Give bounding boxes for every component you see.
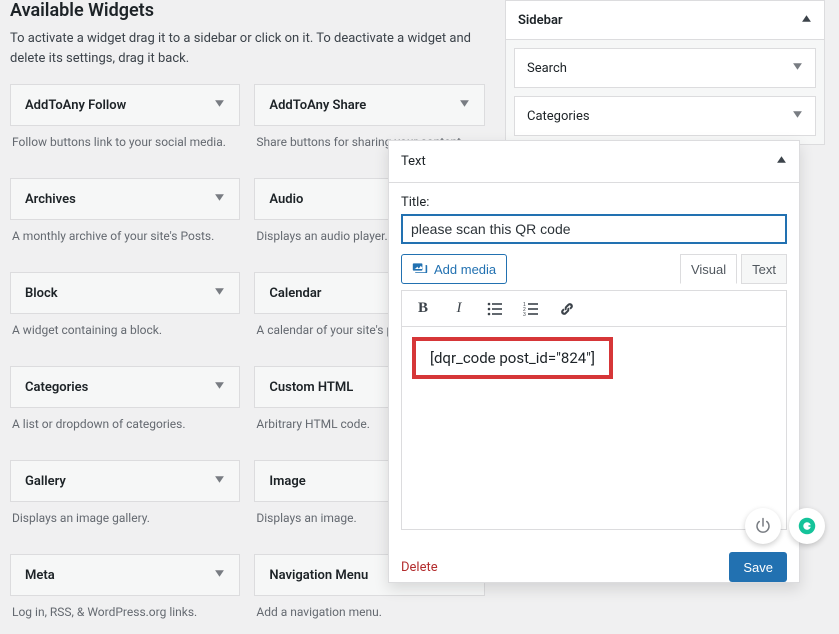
add-media-button[interactable]: Add media <box>401 254 507 284</box>
svg-text:3: 3 <box>523 312 526 317</box>
editor-header-title: Text <box>401 154 426 169</box>
link-button[interactable] <box>556 298 578 320</box>
widget-tile-description: A widget containing a block. <box>12 322 238 352</box>
widget-tile-label: Audio <box>269 192 303 207</box>
widget-tile-label: Gallery <box>25 474 66 489</box>
chevron-down-icon <box>214 98 225 113</box>
text-widget-editor-panel: Text Title: Add media Visual Text B I <box>388 140 800 583</box>
sidebar-area-header[interactable]: Sidebar <box>505 0 825 40</box>
widget-tile-label: Image <box>269 474 305 489</box>
caret-up-icon <box>801 13 812 28</box>
widget-tile-description: Follow buttons link to your social media… <box>12 134 238 164</box>
caret-up-icon <box>776 154 787 169</box>
editor-toolbar: B I 123 <box>401 290 787 326</box>
widget-tile-description: A monthly archive of your site's Posts. <box>12 228 238 258</box>
widget-tile-description: Displays an image gallery. <box>12 510 238 540</box>
delete-link[interactable]: Delete <box>401 560 438 575</box>
widget-tile-label: Calendar <box>269 286 321 301</box>
available-widget-tile[interactable]: Archives <box>10 178 240 220</box>
widget-tile-label: Custom HTML <box>269 380 353 395</box>
available-widgets-description: To activate a widget drag it to a sideba… <box>10 29 490 68</box>
bullet-list-button[interactable] <box>484 298 506 320</box>
widget-tile-description: A list or dropdown of categories. <box>12 416 238 446</box>
widget-tile-label: AddToAny Share <box>269 98 366 113</box>
sidebar-widget-item[interactable]: Categories <box>514 96 816 136</box>
numbered-list-button[interactable]: 123 <box>520 298 542 320</box>
widget-tile-label: Navigation Menu <box>269 568 368 583</box>
grammarly-icon[interactable] <box>789 508 825 544</box>
sidebar-widget-label: Categories <box>527 109 590 124</box>
chevron-down-icon <box>214 192 225 207</box>
save-button[interactable]: Save <box>729 552 787 582</box>
chevron-down-icon <box>214 568 225 583</box>
chevron-down-icon <box>792 109 803 124</box>
available-widgets-title: Available Widgets <box>10 0 490 21</box>
power-icon[interactable] <box>745 508 781 544</box>
widget-tile-label: Block <box>25 286 58 301</box>
available-widget-tile[interactable]: Gallery <box>10 460 240 502</box>
widget-tile-description: Log in, RSS, & WordPress.org links. <box>12 604 238 634</box>
widget-tile-label: Categories <box>25 380 88 395</box>
widget-tile-label: Meta <box>25 568 55 583</box>
widget-content-editor[interactable]: [dqr_code post_id="824"] <box>401 326 787 530</box>
title-label: Title: <box>401 195 787 210</box>
bold-button[interactable]: B <box>412 298 434 320</box>
shortcode-text: [dqr_code post_id="824"] <box>412 337 613 379</box>
add-media-label: Add media <box>434 262 496 277</box>
available-widget-tile[interactable]: Categories <box>10 366 240 408</box>
widget-title-input[interactable] <box>401 214 787 244</box>
available-widget-tile[interactable]: Block <box>10 272 240 314</box>
tab-text[interactable]: Text <box>741 254 787 284</box>
chevron-down-icon <box>459 98 470 113</box>
widget-tile-label: AddToAny Follow <box>25 98 126 113</box>
sidebar-widget-item[interactable]: Search <box>514 48 816 88</box>
italic-button[interactable]: I <box>448 298 470 320</box>
available-widget-tile[interactable]: AddToAny Follow <box>10 84 240 126</box>
widget-tile-label: Archives <box>25 192 76 207</box>
sidebar-widget-label: Search <box>527 61 567 76</box>
sidebar-area-title: Sidebar <box>518 13 563 28</box>
available-widget-tile[interactable]: AddToAny Share <box>254 84 484 126</box>
media-icon <box>412 261 428 277</box>
tab-visual[interactable]: Visual <box>680 254 737 284</box>
chevron-down-icon <box>214 474 225 489</box>
text-widget-editor-header[interactable]: Text <box>389 141 799 183</box>
chevron-down-icon <box>214 286 225 301</box>
chevron-down-icon <box>792 61 803 76</box>
chevron-down-icon <box>214 380 225 395</box>
widget-tile-description: Add a navigation menu. <box>256 604 482 634</box>
